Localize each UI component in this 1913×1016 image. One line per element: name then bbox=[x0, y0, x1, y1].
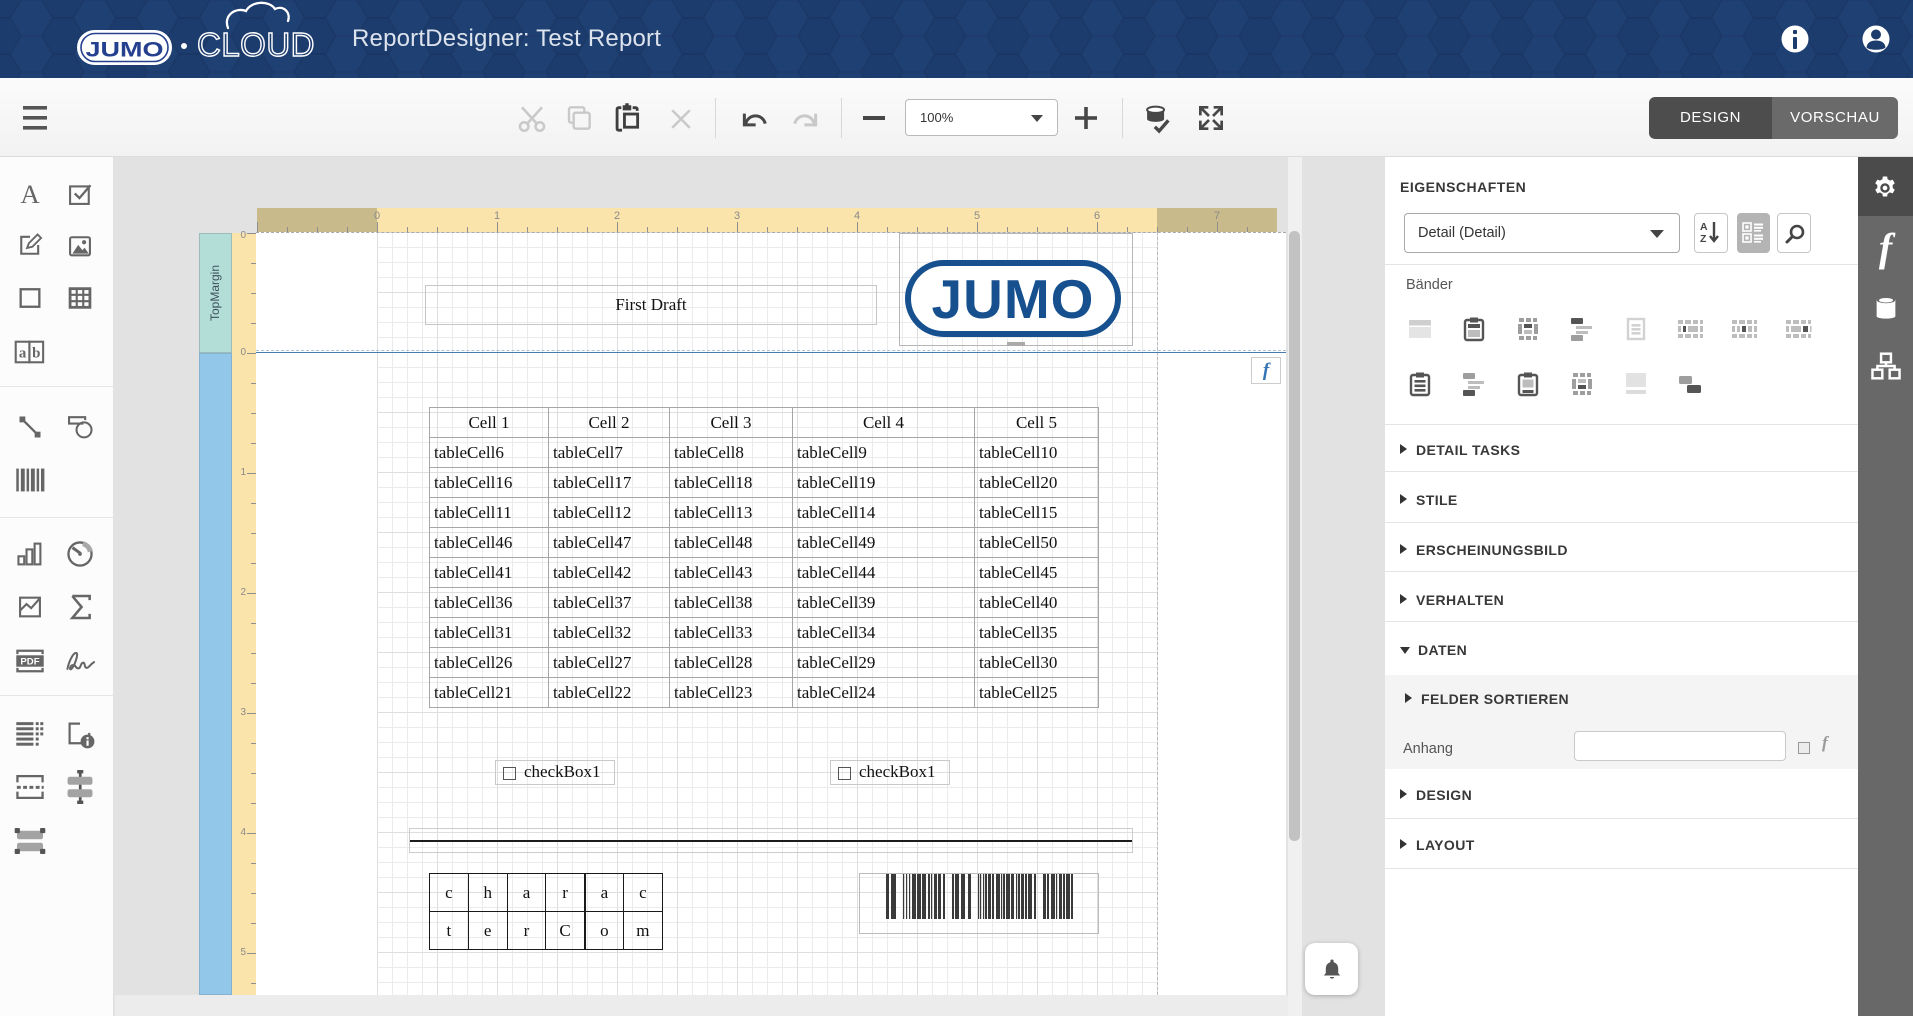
svg-text:A: A bbox=[20, 180, 40, 208]
svg-text:PDF: PDF bbox=[20, 657, 39, 668]
svg-text:JUMO: JUMO bbox=[86, 38, 164, 62]
svg-text:JUMO: JUMO bbox=[932, 268, 1095, 330]
svg-text:A: A bbox=[1700, 221, 1708, 233]
svg-text:Z: Z bbox=[1700, 233, 1707, 245]
svg-text:b: b bbox=[32, 346, 40, 362]
svg-text:a: a bbox=[19, 346, 27, 362]
svg-text:CLOUD: CLOUD bbox=[197, 26, 315, 63]
